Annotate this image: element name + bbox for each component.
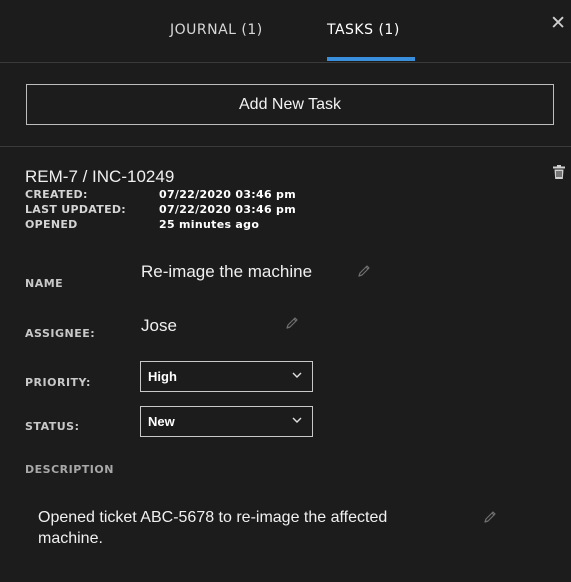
opened-label: OPENED <box>25 218 78 231</box>
status-label: STATUS: <box>25 420 80 433</box>
pencil-icon[interactable] <box>285 316 299 330</box>
divider <box>0 146 571 147</box>
chevron-down-icon <box>292 417 302 423</box>
description-label: DESCRIPTION <box>25 463 114 476</box>
assignee-label: ASSIGNEE: <box>25 327 96 340</box>
opened-value: 25 minutes ago <box>159 218 260 231</box>
priority-select[interactable]: High <box>140 361 313 392</box>
pencil-icon[interactable] <box>357 264 371 278</box>
description-text: Opened ticket ABC-5678 to re-image the a… <box>38 509 388 547</box>
name-label: NAME <box>25 277 64 290</box>
active-tab-indicator <box>327 57 415 61</box>
assignee-value: Jose <box>141 316 177 335</box>
tab-tasks[interactable]: TASKS (1) <box>327 22 400 38</box>
status-select[interactable]: New <box>140 406 313 437</box>
last-updated-label: LAST UPDATED: <box>25 203 127 216</box>
status-selected-value: New <box>148 414 175 429</box>
add-new-task-button[interactable]: Add New Task <box>26 84 554 125</box>
last-updated-value: 07/22/2020 03:46 pm <box>159 203 296 216</box>
created-value: 07/22/2020 03:46 pm <box>159 188 296 201</box>
chevron-down-icon <box>292 372 302 378</box>
tab-bar: JOURNAL (1) TASKS (1) ✕ <box>0 0 571 63</box>
close-icon[interactable]: ✕ <box>550 14 566 33</box>
pencil-icon[interactable] <box>483 510 497 524</box>
priority-selected-value: High <box>148 369 177 384</box>
task-id: REM-7 / INC-10249 <box>25 167 175 186</box>
priority-label: PRIORITY: <box>25 376 91 389</box>
trash-icon[interactable] <box>553 165 565 179</box>
name-value: Re-image the machine <box>141 262 313 281</box>
task-panel: JOURNAL (1) TASKS (1) ✕ Add New Task REM… <box>0 0 571 582</box>
created-label: CREATED: <box>25 188 88 201</box>
tab-journal[interactable]: JOURNAL (1) <box>170 22 263 38</box>
